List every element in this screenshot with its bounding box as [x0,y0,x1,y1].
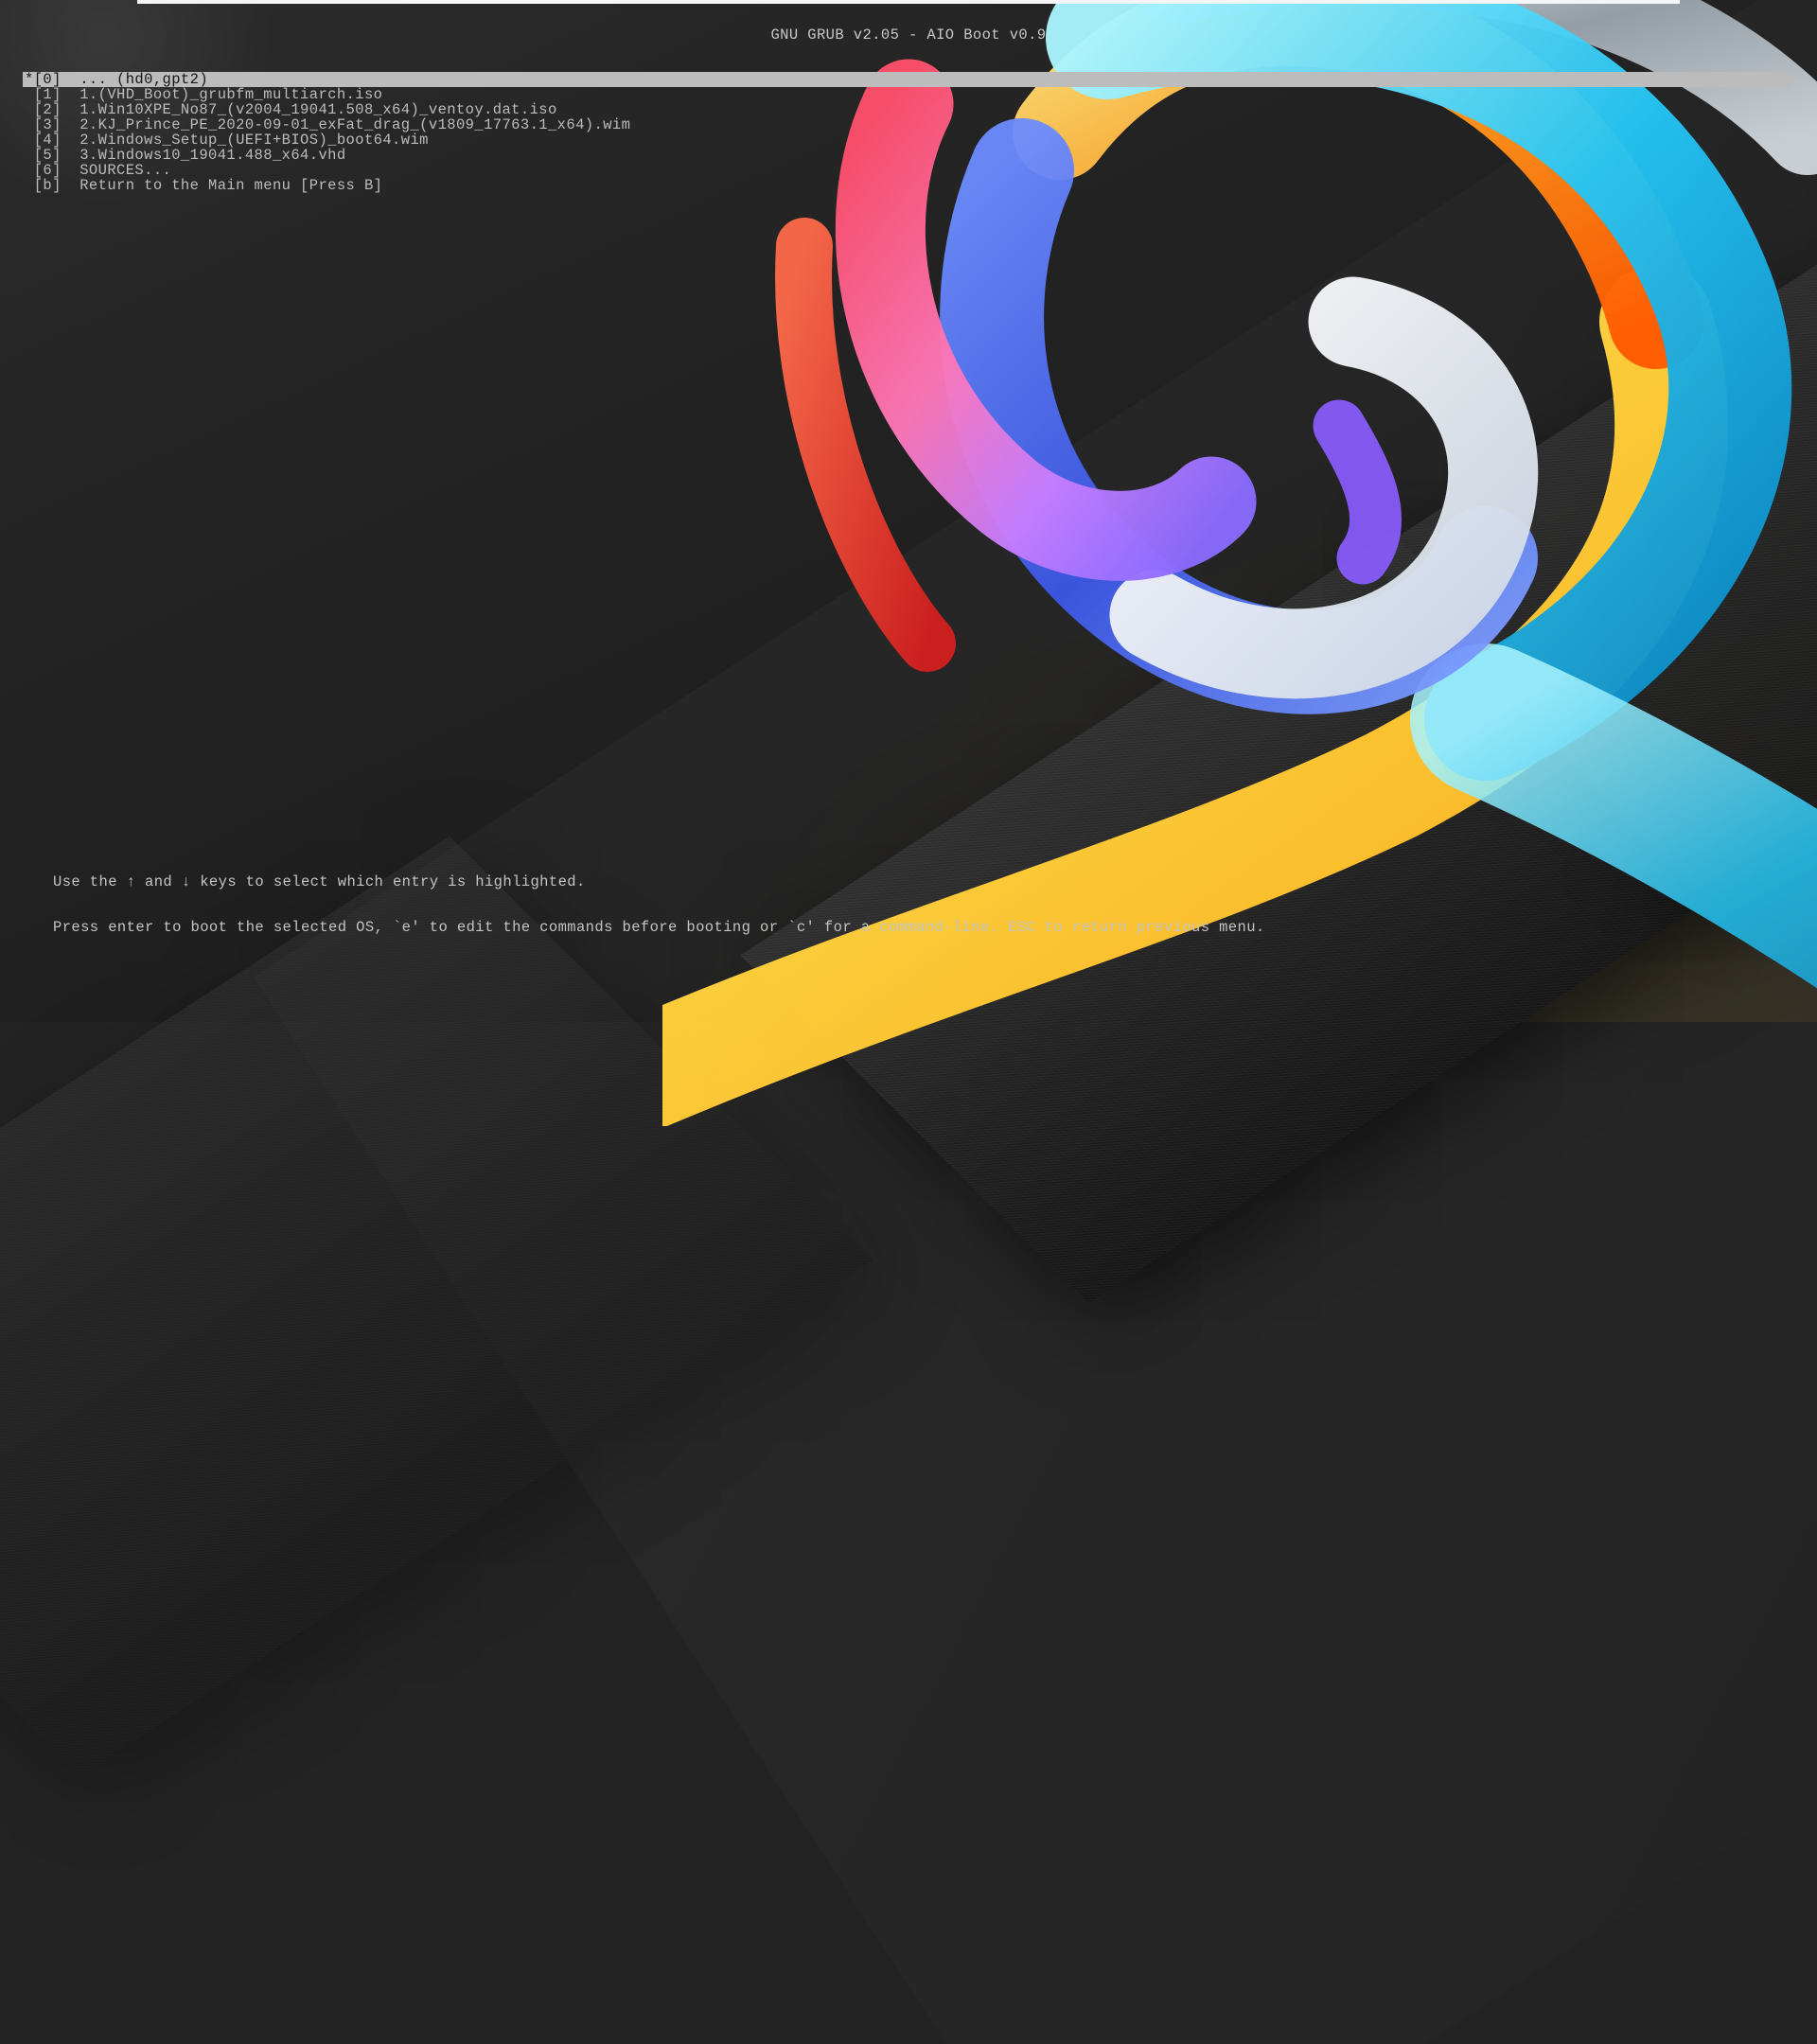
boot-menu[interactable]: *[0] ... (hd0,gpt2) [1] 1.(VHD_Boot)_gru… [25,72,1792,193]
boot-menu-item[interactable]: *[0] ... (hd0,gpt2) [23,72,1792,87]
boot-menu-item[interactable]: [b] Return to the Main menu [Press B] [25,178,1792,193]
boot-menu-item[interactable]: [1] 1.(VHD_Boot)_grubfm_multiarch.iso [25,87,1792,102]
boot-menu-item[interactable]: [4] 2.Windows_Setup_(UEFI+BIOS)_boot64.w… [25,132,1792,148]
help-line: Press enter to boot the selected OS, `e'… [53,920,1798,935]
screen: GNU GRUB v2.05 - AIO Boot v0.9 *[0] ... … [0,0,1817,1022]
help-line: Use the ↑ and ↓ keys to select which ent… [53,874,1798,890]
boot-menu-item[interactable]: [5] 3.Windows10_19041.488_x64.vhd [25,148,1792,163]
boot-menu-item[interactable]: [3] 2.KJ_Prince_PE_2020-09-01_exFat_drag… [25,117,1792,132]
grub-header: GNU GRUB v2.05 - AIO Boot v0.9 [0,26,1817,44]
help-text: Use the ↑ and ↓ keys to select which ent… [53,844,1798,965]
boot-menu-item[interactable]: [2] 1.Win10XPE_No87_(v2004_19041.508_x64… [25,102,1792,117]
boot-menu-item[interactable]: [6] SOURCES... [25,163,1792,178]
title-bar-divider [137,0,1680,4]
